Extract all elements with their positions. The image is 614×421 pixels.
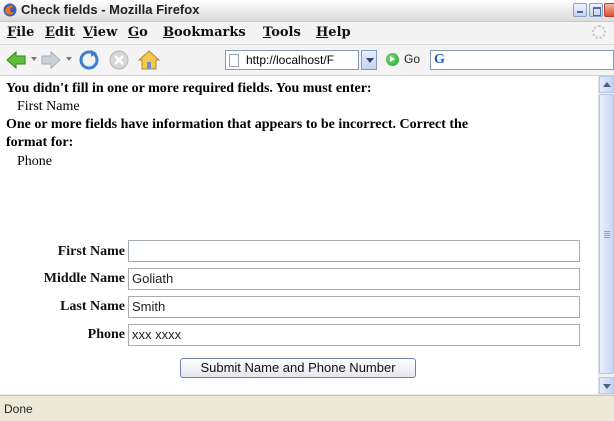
- menu-file[interactable]: File: [7, 25, 34, 40]
- back-history-dropdown[interactable]: [31, 57, 37, 61]
- title-bar: Check fields - Mozilla Firefox: [0, 0, 614, 22]
- home-icon[interactable]: [138, 49, 160, 71]
- stop-icon[interactable]: [108, 49, 130, 71]
- google-search-icon: G: [434, 52, 445, 67]
- grip-icon: [604, 231, 610, 232]
- last-name-label: Last Name: [60, 299, 125, 314]
- back-arrow-icon[interactable]: [5, 49, 27, 71]
- middle-name-label: Middle Name: [43, 271, 125, 286]
- incorrect-fields-message-continued: format for:: [6, 135, 74, 150]
- forward-history-dropdown[interactable]: [66, 57, 72, 61]
- scroll-down-button[interactable]: [599, 377, 614, 394]
- maximize-button[interactable]: [589, 3, 603, 17]
- go-icon[interactable]: [386, 53, 399, 66]
- menu-tools[interactable]: Tools: [263, 25, 301, 40]
- firefox-icon: [3, 3, 17, 17]
- reload-icon[interactable]: [78, 49, 100, 71]
- page-content: You didn't fill in one or more required …: [0, 76, 598, 394]
- menu-help[interactable]: Help: [316, 25, 351, 40]
- phone-field[interactable]: xxx xxxx: [128, 324, 580, 346]
- menu-bookmarks[interactable]: Bookmarks: [163, 25, 246, 40]
- url-history-dropdown[interactable]: [361, 50, 377, 70]
- menu-bar: File Edit View Go Bookmarks Tools Help: [0, 22, 614, 45]
- scroll-thumb[interactable]: [599, 94, 614, 374]
- status-text: Done: [4, 402, 33, 416]
- last-name-field[interactable]: Smith: [128, 296, 580, 318]
- incorrect-fields-message: One or more fields have information that…: [6, 117, 469, 132]
- status-bar: Done: [0, 395, 614, 421]
- menu-go[interactable]: Go: [128, 25, 148, 40]
- submit-button[interactable]: Submit Name and Phone Number: [180, 358, 416, 378]
- throbber-icon: [592, 25, 606, 39]
- go-button-label[interactable]: Go: [404, 52, 420, 66]
- page-icon: [229, 54, 239, 67]
- menu-edit[interactable]: Edit: [45, 25, 75, 40]
- menu-view[interactable]: View: [83, 25, 117, 40]
- browser-window: Check fields - Mozilla Firefox File Edit…: [0, 0, 614, 421]
- missing-fields-message: You didn't fill in one or more required …: [6, 81, 372, 96]
- forward-arrow-icon[interactable]: [40, 49, 62, 71]
- window-title: Check fields - Mozilla Firefox: [21, 2, 200, 17]
- middle-name-field[interactable]: Goliath: [128, 268, 580, 290]
- first-name-field[interactable]: [128, 240, 580, 262]
- vertical-scrollbar[interactable]: [598, 76, 614, 394]
- phone-label: Phone: [87, 327, 125, 342]
- incorrect-field-item: Phone: [17, 154, 52, 169]
- close-button[interactable]: [604, 3, 614, 17]
- missing-field-item: First Name: [17, 99, 80, 114]
- url-text: http://localhost/F: [246, 53, 335, 67]
- first-name-label: First Name: [57, 244, 125, 259]
- url-bar[interactable]: http://localhost/F: [225, 50, 359, 70]
- search-box[interactable]: G: [430, 50, 614, 70]
- minimize-button[interactable]: [573, 3, 587, 17]
- navigation-toolbar: http://localhost/F Go G: [0, 45, 614, 76]
- scroll-up-button[interactable]: [599, 76, 614, 93]
